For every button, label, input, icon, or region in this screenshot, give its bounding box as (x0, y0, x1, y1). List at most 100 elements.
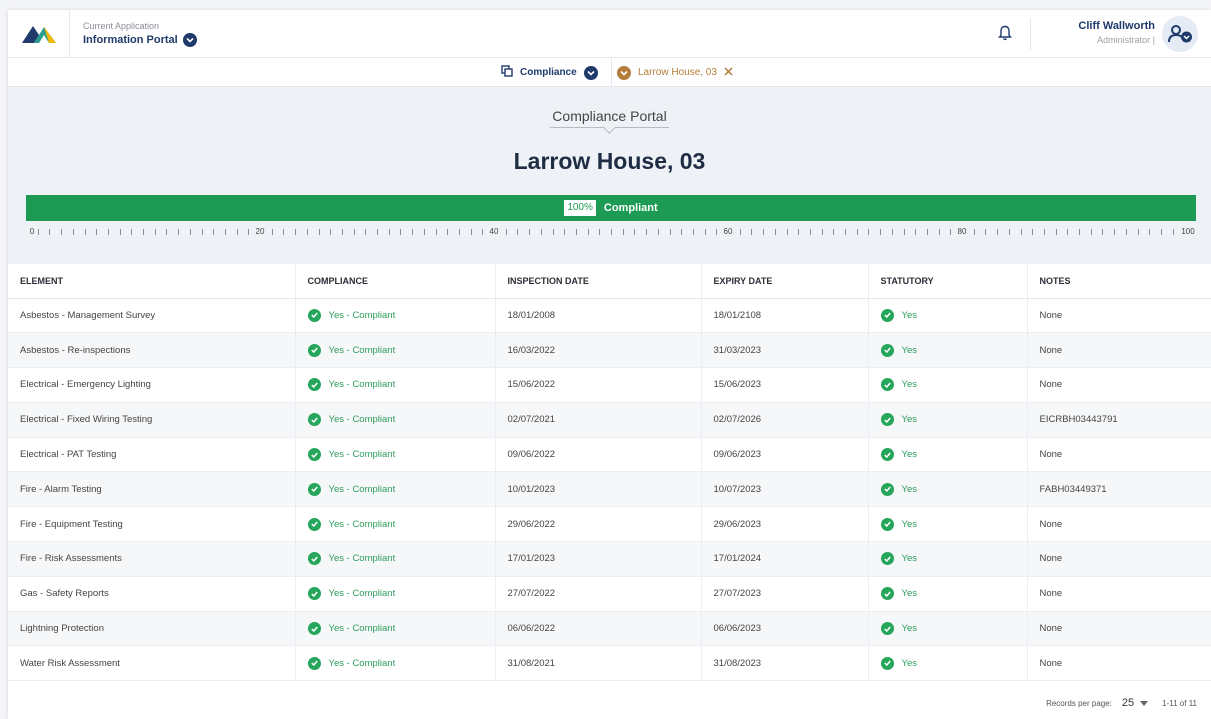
table-row[interactable]: Asbestos - Management Survey Yes - Compli… (8, 298, 1211, 334)
notes-cell: None (1027, 437, 1211, 473)
scale-tick (435, 229, 437, 235)
chevron-down-icon[interactable] (583, 65, 598, 80)
scale-tick (365, 229, 367, 235)
check-circle-icon (880, 552, 894, 566)
column-header[interactable]: ELEMENT (8, 264, 296, 299)
progress-status: Compliant (603, 202, 658, 214)
table-row[interactable]: Electrical - Fixed Wiring Testing Yes - C… (8, 402, 1211, 438)
scale-tick (330, 229, 332, 235)
tab-property[interactable]: Larrow House, 03 (617, 58, 733, 87)
table-row[interactable]: Asbestos - Re-inspections Yes - Compliant… (8, 332, 1211, 369)
scale-label: 20 (251, 227, 269, 236)
scale-tick (213, 229, 215, 235)
scale-label: 100 (1177, 227, 1199, 236)
scale-tick (61, 229, 63, 235)
statutory-status: Yes (901, 483, 918, 495)
logo-icon[interactable] (8, 10, 70, 58)
scale-tick (49, 229, 51, 235)
scale-tick (295, 229, 297, 235)
check-circle-icon (307, 448, 321, 462)
scale-tick (552, 229, 554, 235)
caret-down-icon[interactable] (1140, 699, 1149, 708)
check-circle-icon (307, 413, 321, 427)
scale-tick (236, 229, 238, 235)
table-row[interactable]: Gas - Safety Reports Yes - Compliant 27/07… (8, 576, 1211, 612)
compliance-cell: Yes - Compliant (295, 298, 496, 334)
statutory-status: Yes (901, 588, 918, 600)
table-row[interactable]: Electrical - PAT Testing Yes - Compliant 0… (8, 437, 1211, 473)
scale-tick (915, 229, 917, 235)
table-row[interactable]: Water Risk Assessment Yes - Compliant 31/0… (8, 645, 1211, 682)
scale-label: 0 (25, 227, 39, 236)
table-row[interactable]: Fire - Equipment Testing Yes - Compliant 2… (8, 506, 1211, 543)
scale-tick (178, 229, 180, 235)
check-circle-icon (307, 517, 321, 531)
scale-tick (224, 229, 226, 235)
notes-cell: None (1027, 541, 1211, 577)
inspection-date-cell: 27/07/2022 (495, 576, 702, 612)
statutory-status: Yes (901, 309, 918, 321)
check-circle-icon (880, 448, 894, 462)
scale-tick (833, 229, 835, 235)
element-cell: Electrical - Fixed Wiring Testing (8, 402, 296, 438)
scale-tick (1020, 229, 1022, 235)
application-switcher[interactable]: Current Application Information Portal (70, 20, 197, 47)
user-settings-icon[interactable] (1162, 16, 1198, 52)
scale-tick (786, 229, 788, 235)
column-header[interactable]: COMPLIANCE (295, 264, 496, 299)
column-header[interactable]: EXPIRY DATE (701, 264, 869, 299)
check-circle-icon (307, 552, 321, 566)
statutory-cell: Yes (868, 541, 1028, 577)
compliance-progress-bar: 100% Compliant (26, 195, 1196, 221)
notes-cell: None (1027, 611, 1211, 647)
element-cell: Electrical - Emergency Lighting (8, 367, 296, 403)
scale-tick (739, 229, 741, 235)
chevron-down-icon[interactable] (617, 65, 631, 80)
close-icon[interactable] (724, 66, 733, 79)
column-header[interactable]: NOTES (1027, 264, 1211, 299)
check-circle-icon (880, 482, 894, 496)
statutory-status: Yes (901, 449, 918, 461)
tab-bar: Compliance Larrow House, 03 (8, 58, 1211, 87)
scale-tick (470, 229, 472, 235)
scale-tick (131, 229, 133, 235)
table-row[interactable]: Lightning Protection Yes - Compliant 06/06… (8, 611, 1211, 647)
tab-compliance[interactable]: Compliance (501, 58, 598, 87)
scale-tick (458, 229, 460, 235)
app-window: Current Application Information Portal C… (8, 10, 1211, 719)
check-circle-icon (880, 378, 894, 392)
compliance-status: Yes - Compliant (328, 449, 396, 461)
scale-tick (681, 229, 683, 235)
scale-tick (400, 229, 402, 235)
scale-tick (716, 229, 718, 235)
scale-tick (283, 229, 285, 235)
user-info[interactable]: Cliff Wallworth Administrator | (1078, 19, 1155, 47)
scale-tick (96, 229, 98, 235)
compliance-status: Yes - Compliant (328, 414, 396, 426)
inspection-date-cell: 10/01/2023 (495, 471, 702, 508)
chevron-down-icon[interactable] (182, 33, 197, 47)
table-row[interactable]: Fire - Alarm Testing Yes - Compliant 10/01… (8, 471, 1211, 508)
element-cell: Asbestos - Management Survey (8, 298, 296, 334)
records-per-page-select[interactable]: 25 (1122, 697, 1134, 709)
bell-icon[interactable] (998, 25, 1012, 46)
scale-tick (575, 229, 577, 235)
scale-tick (751, 229, 753, 235)
statutory-status: Yes (901, 379, 918, 391)
expiry-date-cell: 31/03/2023 (701, 332, 869, 369)
table-row[interactable]: Electrical - Emergency Lighting Yes - Com… (8, 367, 1211, 403)
scale-tick (809, 229, 811, 235)
property-summary: Compliance Portal Larrow House, 03 100% … (8, 87, 1211, 264)
table-row[interactable]: Fire - Risk Assessments Yes - Compliant 17… (8, 541, 1211, 577)
compliance-status: Yes - Compliant (328, 379, 396, 391)
compliance-cell: Yes - Compliant (295, 332, 496, 369)
scale-tick (143, 229, 144, 235)
scale-tick (903, 229, 905, 235)
compliance-table: ELEMENT COMPLIANCE INSPECTION DATE EXPIRY D… (8, 264, 1211, 682)
column-header[interactable]: INSPECTION DATE (495, 264, 702, 299)
compliance-status: Yes - Compliant (328, 588, 396, 600)
column-header[interactable]: STATUTORY (868, 264, 1028, 299)
notes-cell: EICRBH03443791 (1027, 402, 1211, 438)
scale-tick (611, 229, 612, 235)
scale-tick (564, 229, 566, 235)
